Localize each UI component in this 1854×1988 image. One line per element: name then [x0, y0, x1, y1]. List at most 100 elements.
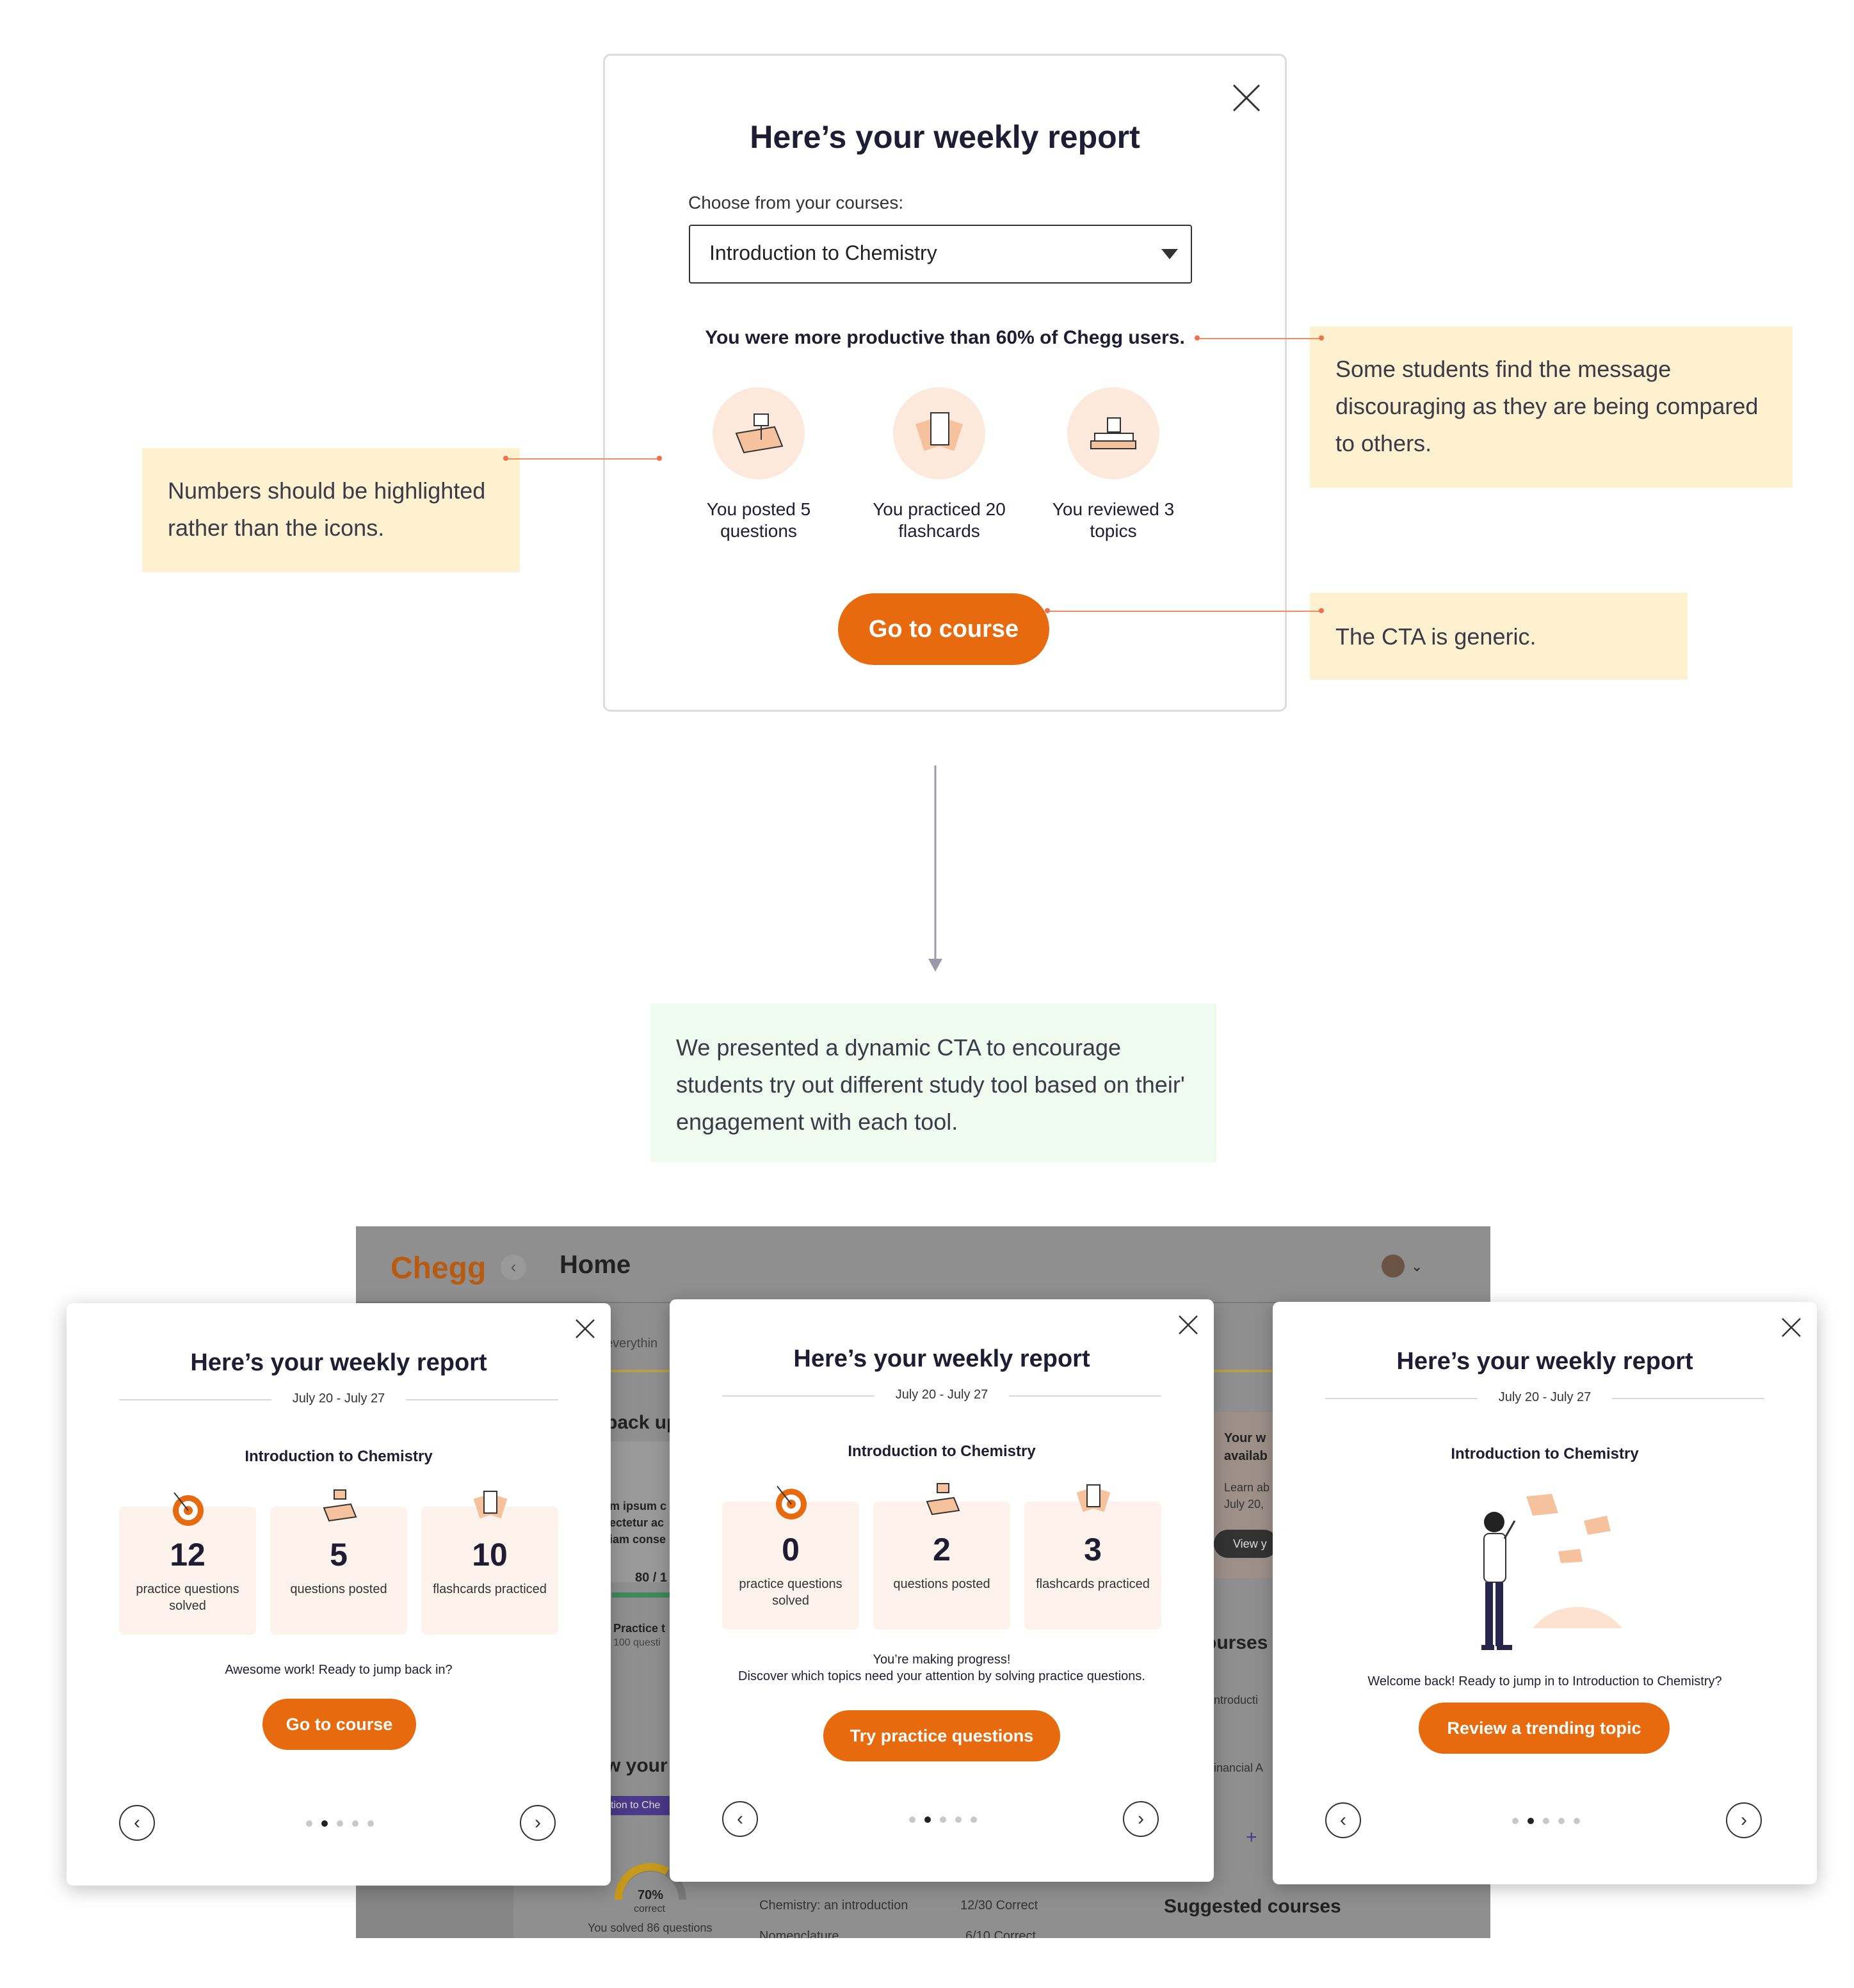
collapse-sidebar-icon[interactable]: ‹: [501, 1255, 526, 1280]
posted-questions-icon: [323, 1489, 357, 1522]
gauge-sub: correct: [634, 1904, 665, 1914]
flashcards-icon: [473, 1491, 508, 1519]
lorem-line: iam conse: [609, 1533, 666, 1546]
page-dot[interactable]: [352, 1820, 359, 1827]
target-icon: [173, 1492, 204, 1526]
page-dot[interactable]: [940, 1816, 946, 1823]
connector-dot: [1319, 608, 1324, 613]
weekly-report-modal-old: Here’s your weekly report Choose from yo…: [603, 54, 1287, 712]
student-looking-illustration: [1481, 1494, 1622, 1650]
close-icon[interactable]: [1232, 84, 1261, 112]
page-dot[interactable]: [909, 1816, 915, 1823]
score-fragment: 80 / 1: [635, 1571, 668, 1585]
fragment-text: everythin: [606, 1336, 658, 1351]
view-button[interactable]: View y: [1214, 1530, 1278, 1558]
posted-questions-icon: [926, 1483, 960, 1516]
page-dot[interactable]: [306, 1820, 312, 1827]
report-date-range: July 20 - July 27: [292, 1391, 385, 1406]
modal-message: Awesome work! Ready to jump back in?: [225, 1663, 453, 1677]
page-dot[interactable]: [955, 1816, 962, 1823]
stat-tile-posted: 2 questions posted: [873, 1502, 1010, 1630]
go-to-course-button[interactable]: Go to course: [262, 1699, 416, 1750]
lorem-line: m ipsum c: [609, 1500, 667, 1512]
topic-row-name: Nomenclature: [759, 1929, 839, 1938]
prev-arrow-icon[interactable]: ‹: [119, 1805, 155, 1841]
note-solution: We presented a dynamic CTA to encourage …: [650, 1004, 1216, 1162]
page-dot[interactable]: [337, 1820, 343, 1827]
chevron-down-icon: [1161, 249, 1178, 259]
close-icon[interactable]: [1178, 1315, 1198, 1335]
page-dot[interactable]: [367, 1820, 374, 1827]
stat-tile-practice: 0 practice questions solved: [722, 1502, 859, 1630]
go-to-course-button[interactable]: Go to course: [838, 593, 1049, 665]
lorem-line: ectetur ac: [609, 1516, 665, 1529]
close-icon[interactable]: [575, 1319, 595, 1339]
flashcards-icon: [1076, 1484, 1111, 1512]
note-numbers: Numbers should be highlighted rather tha…: [142, 448, 520, 572]
fragment-text: Your w: [1224, 1431, 1266, 1445]
fragment-heading: w your: [606, 1755, 668, 1776]
connector-dot: [1195, 335, 1200, 341]
connector-dot: [503, 456, 508, 461]
note-cta-generic: The CTA is generic.: [1310, 593, 1688, 680]
page-dot[interactable]: [924, 1816, 931, 1823]
prev-arrow-icon[interactable]: ‹: [1325, 1802, 1361, 1838]
page-dot[interactable]: [1574, 1818, 1580, 1824]
chegg-logo: Chegg: [391, 1251, 487, 1285]
prev-arrow-icon[interactable]: ‹: [722, 1801, 758, 1837]
course-select[interactable]: Introduction to Chemistry: [689, 225, 1192, 284]
close-icon[interactable]: [1781, 1317, 1802, 1338]
note-connector: [1047, 611, 1321, 612]
next-arrow-icon[interactable]: ›: [520, 1805, 556, 1841]
connector-dot: [1045, 608, 1050, 613]
report-date-range: July 20 - July 27: [1498, 1390, 1592, 1404]
stat-topics-label: You reviewed 3 topics: [1052, 499, 1175, 541]
course-name: Introduction to Chemistry: [848, 1443, 1036, 1460]
modal-message: You’re making progress!: [873, 1653, 1011, 1667]
stat-tile-posted: 5 questions posted: [270, 1507, 407, 1635]
fragment-text: inancial A: [1214, 1761, 1264, 1774]
productivity-message: You were more productive than 60% of Che…: [705, 327, 1185, 348]
stat-label: flashcards practiced: [1036, 1577, 1150, 1591]
progress-bar: [612, 1592, 670, 1598]
stat-number: 3: [1084, 1532, 1102, 1567]
note-connector: [1198, 338, 1321, 339]
stat-posted: You posted 5 questions: [682, 387, 835, 542]
fragment-heading: back up: [606, 1412, 679, 1433]
suggested-courses-heading: Suggested courses: [1164, 1896, 1341, 1917]
page-dot[interactable]: [1512, 1818, 1519, 1824]
fragment-text: availab: [1224, 1449, 1268, 1463]
stat-number: 2: [933, 1532, 951, 1567]
stat-label: questions posted: [290, 1582, 387, 1596]
pagination-dots[interactable]: [1512, 1818, 1580, 1824]
page-dot[interactable]: [1543, 1818, 1549, 1824]
try-practice-questions-button[interactable]: Try practice questions: [823, 1710, 1060, 1761]
note-discouraging: Some students find the message discourag…: [1310, 326, 1793, 488]
note-connector: [506, 458, 659, 460]
chevron-down-icon[interactable]: ⌄: [1411, 1258, 1423, 1275]
page-dot[interactable]: [321, 1820, 328, 1827]
gauge-percent: 70%: [638, 1888, 664, 1902]
pagination-dots[interactable]: [306, 1820, 374, 1827]
stat-label: questions posted: [893, 1577, 990, 1591]
stat-flashcards-label: You practiced 20 flashcards: [873, 499, 1006, 541]
stat-label: practice questions solved: [136, 1582, 239, 1613]
page-dot[interactable]: [1558, 1818, 1565, 1824]
flashcards-icon: [893, 387, 985, 479]
weekly-report-modal-2: Here’s your weekly report July 20 - July…: [670, 1299, 1214, 1882]
fragment-text: July 20,: [1224, 1498, 1264, 1511]
course-name: Introduction to Chemistry: [245, 1448, 433, 1465]
pagination-dots[interactable]: [909, 1816, 977, 1823]
topic-row-name: Chemistry: an introduction: [759, 1898, 908, 1912]
stat-label: flashcards practiced: [433, 1582, 547, 1596]
review-trending-topic-button[interactable]: Review a trending topic: [1419, 1703, 1670, 1754]
next-arrow-icon[interactable]: ›: [1726, 1802, 1762, 1838]
fragment-text: ntroducti: [1214, 1694, 1259, 1706]
page-dot[interactable]: [1528, 1818, 1534, 1824]
add-course-icon[interactable]: +: [1246, 1827, 1257, 1848]
next-arrow-icon[interactable]: ›: [1123, 1801, 1159, 1837]
course-tab[interactable]: ction to Che: [606, 1796, 676, 1815]
page-dot[interactable]: [971, 1816, 977, 1823]
avatar[interactable]: [1382, 1255, 1405, 1278]
solved-count: You solved 86 questions: [588, 1921, 713, 1934]
